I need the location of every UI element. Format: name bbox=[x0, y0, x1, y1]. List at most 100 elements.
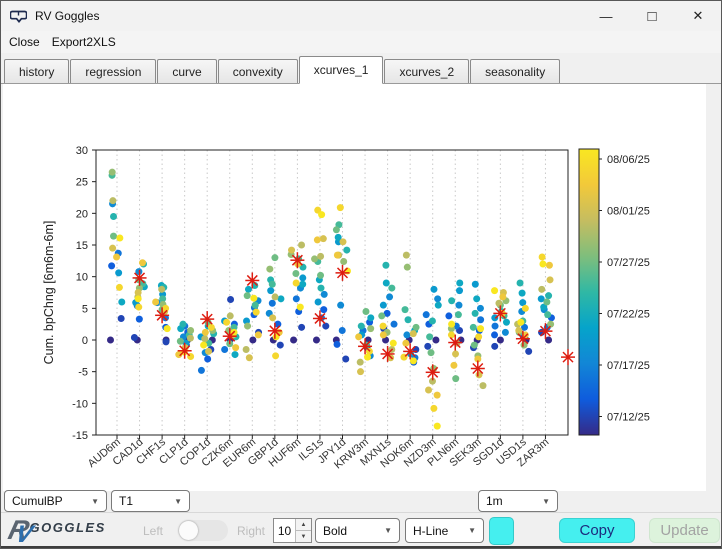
color-chip-button[interactable] bbox=[489, 517, 514, 545]
data-point bbox=[501, 328, 509, 336]
data-point bbox=[471, 309, 479, 317]
data-point bbox=[545, 292, 553, 300]
data-point bbox=[221, 345, 229, 353]
data-point bbox=[333, 251, 341, 259]
rv-goggles-logo: R V GOGGLES bbox=[5, 514, 106, 548]
data-point bbox=[340, 257, 348, 265]
data-point bbox=[432, 336, 440, 344]
data-point bbox=[516, 279, 524, 287]
data-point bbox=[430, 285, 438, 293]
data-point bbox=[364, 353, 372, 361]
data-points bbox=[107, 168, 555, 430]
data-point bbox=[108, 168, 116, 176]
tenor-select[interactable]: 1m ▼ bbox=[478, 490, 558, 512]
data-point bbox=[357, 322, 365, 330]
tab-history[interactable]: history bbox=[4, 59, 70, 83]
data-point bbox=[179, 320, 187, 328]
data-point bbox=[271, 293, 279, 301]
minimize-button[interactable]: — bbox=[583, 1, 629, 31]
data-point bbox=[109, 244, 117, 252]
data-point bbox=[135, 303, 143, 311]
data-point bbox=[319, 235, 327, 243]
data-point bbox=[130, 333, 138, 341]
data-point bbox=[227, 295, 235, 303]
tab-xcurves-1[interactable]: xcurves_1 bbox=[298, 56, 384, 84]
data-point bbox=[268, 280, 276, 288]
font-size-spinner[interactable]: 10 ▲ ▼ bbox=[273, 518, 312, 543]
maximize-button[interactable]: □ bbox=[629, 1, 675, 31]
data-point bbox=[379, 331, 387, 339]
data-point bbox=[343, 246, 351, 254]
data-point bbox=[434, 295, 442, 303]
data-point bbox=[491, 342, 499, 350]
data-point bbox=[403, 331, 411, 339]
data-point bbox=[455, 301, 463, 309]
data-point bbox=[424, 342, 432, 350]
data-point bbox=[447, 331, 455, 339]
data-point bbox=[272, 352, 280, 360]
chevron-down-icon: ▼ bbox=[174, 496, 182, 506]
svg-text:07/17/25: 07/17/25 bbox=[607, 360, 650, 372]
svg-text:20: 20 bbox=[76, 208, 88, 220]
data-point bbox=[115, 269, 123, 277]
data-point bbox=[201, 335, 209, 343]
copy-button[interactable]: Copy bbox=[559, 518, 635, 543]
spinner-down-button[interactable]: ▼ bbox=[296, 531, 311, 542]
chevron-down-icon: ▼ bbox=[384, 526, 392, 535]
colorbar: 08/06/25 08/01/25 07/27/25 07/22/25 07/17/25… bbox=[578, 148, 650, 436]
data-point bbox=[496, 336, 504, 344]
font-weight-select[interactable]: Bold ▼ bbox=[315, 518, 400, 543]
data-point bbox=[244, 285, 252, 293]
data-point bbox=[109, 197, 117, 205]
menu-item-export2xls[interactable]: Export2XLS bbox=[46, 35, 122, 49]
data-point bbox=[108, 262, 116, 270]
data-point bbox=[269, 314, 277, 322]
svg-text:5: 5 bbox=[82, 303, 88, 315]
tab-seasonality[interactable]: seasonality bbox=[470, 59, 561, 83]
data-point bbox=[197, 366, 205, 374]
star-marker bbox=[425, 364, 440, 381]
data-point bbox=[252, 308, 260, 316]
data-point bbox=[115, 283, 123, 291]
data-point bbox=[456, 279, 464, 287]
data-point bbox=[207, 323, 215, 331]
svg-text:08/06/25: 08/06/25 bbox=[607, 154, 650, 166]
toggle-knob[interactable] bbox=[179, 521, 198, 540]
menu-item-close[interactable]: Close bbox=[1, 35, 46, 49]
data-point bbox=[491, 331, 499, 339]
data-point bbox=[386, 293, 394, 301]
series-type-select[interactable]: CumulBP ▼ bbox=[4, 490, 107, 512]
axes: AUD6mCAD1dCHF1sCLP1dCOP1dCZK6mEUR6mGBP1d… bbox=[42, 145, 569, 471]
data-point bbox=[245, 354, 253, 362]
spinner-up-button[interactable]: ▲ bbox=[296, 519, 311, 531]
data-point bbox=[339, 238, 347, 246]
data-point bbox=[107, 336, 114, 344]
data-point bbox=[276, 341, 284, 349]
line-style-select[interactable]: H-Line ▼ bbox=[405, 518, 484, 543]
data-point bbox=[135, 315, 143, 323]
menu-bar: Close Export2XLS bbox=[1, 31, 721, 53]
data-point bbox=[356, 358, 364, 366]
data-point bbox=[223, 318, 231, 326]
star-marker bbox=[470, 360, 485, 377]
data-point bbox=[471, 280, 479, 288]
tab-convexity[interactable]: convexity bbox=[217, 59, 298, 83]
data-point bbox=[118, 298, 126, 306]
data-point bbox=[456, 287, 464, 295]
left-right-toggle[interactable] bbox=[178, 520, 228, 541]
data-point bbox=[205, 347, 213, 355]
data-point bbox=[134, 295, 142, 303]
data-point bbox=[422, 311, 430, 319]
data-point bbox=[434, 301, 442, 309]
data-point bbox=[401, 306, 409, 314]
t1-select[interactable]: T1 ▼ bbox=[111, 490, 190, 512]
close-button[interactable]: ✕ bbox=[675, 1, 721, 31]
tab-curve[interactable]: curve bbox=[157, 59, 217, 83]
bottom-toolbar: R V GOGGLES Left Right 10 ▲ ▼ Bold ▼ H-L… bbox=[1, 512, 721, 548]
data-point bbox=[298, 323, 306, 331]
update-button[interactable]: Update bbox=[649, 518, 720, 543]
tab-xcurves-2[interactable]: xcurves_2 bbox=[384, 59, 470, 83]
tab-regression[interactable]: regression bbox=[70, 59, 157, 83]
data-point bbox=[317, 284, 325, 292]
data-point bbox=[186, 334, 194, 342]
